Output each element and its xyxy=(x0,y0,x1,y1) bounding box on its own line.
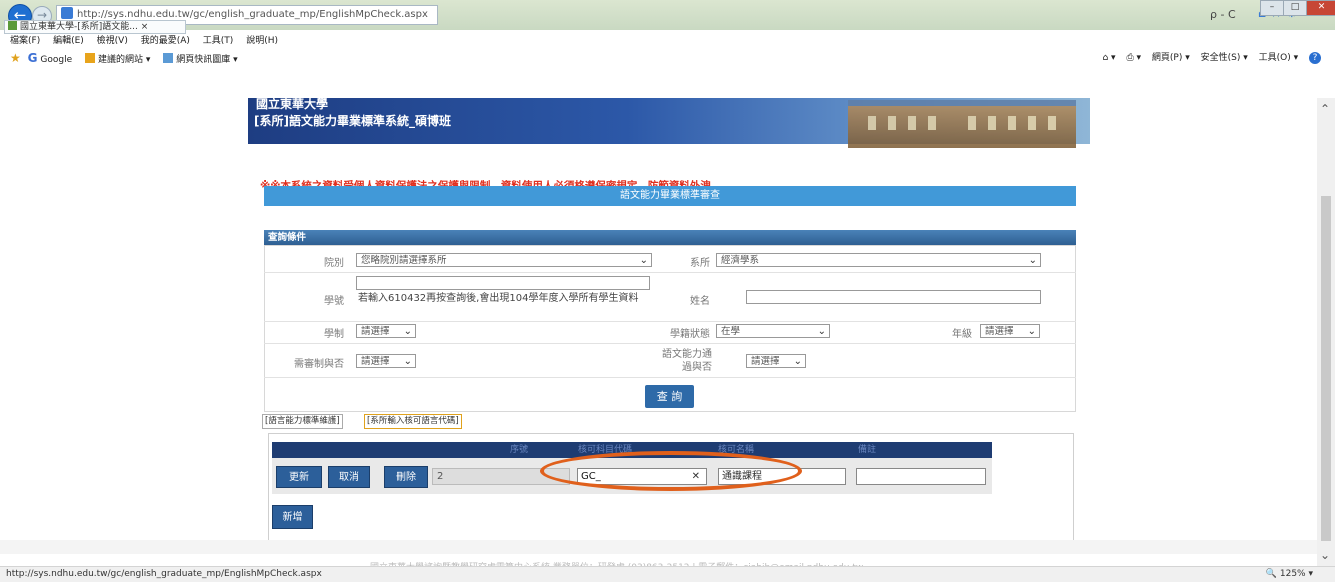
menu-view[interactable]: 檢視(V) xyxy=(97,36,128,46)
delete-button[interactable]: 刪除 xyxy=(384,466,428,488)
add-button[interactable]: 新增 xyxy=(272,505,313,529)
passed-select[interactable]: 請選擇 ⌄ xyxy=(746,354,806,368)
tab-dept-approved-codes[interactable]: [系所輸入核可語言代碼] xyxy=(364,414,462,429)
note-input[interactable] xyxy=(856,468,986,485)
student-id-label: 學號 xyxy=(324,296,344,307)
scroll-up-icon[interactable]: ⌃ xyxy=(1320,102,1330,116)
grade-select-value: 請選擇 xyxy=(985,326,1014,337)
command-safety[interactable]: 安全性(S) ▾ xyxy=(1201,53,1248,63)
name-label: 姓名 xyxy=(690,296,710,307)
chevron-down-icon: ⌄ xyxy=(1028,255,1037,266)
tab-title: 國立東華大學-[系所]語文能... × xyxy=(20,22,149,32)
favorites-bar: ★ G Google 建議的網站 ▾ 網頁快訊圖庫 ▾ ⌂ ▾ ⎙ ▾ 網頁(P… xyxy=(0,49,1335,67)
college-select[interactable]: 您略院別請選擇系所 ⌄ xyxy=(356,253,652,267)
menu-file[interactable]: 檔案(F) xyxy=(10,36,40,46)
menu-favorites[interactable]: 我的最愛(A) xyxy=(141,36,190,46)
row-divider xyxy=(264,272,1076,273)
row-divider xyxy=(264,321,1076,322)
status-select[interactable]: 在學 ⌄ xyxy=(716,324,830,338)
command-tools[interactable]: 工具(O) ▾ xyxy=(1259,53,1299,63)
favorite-suggested[interactable]: 建議的網站 ▾ xyxy=(98,55,150,65)
grade-label: 年級 xyxy=(952,329,972,340)
minimize-icon[interactable]: – xyxy=(1260,0,1284,16)
needs-label: 需審制與否 xyxy=(294,359,344,370)
chevron-down-icon: ⌄ xyxy=(1027,326,1036,337)
favorite-google[interactable]: Google xyxy=(40,55,72,65)
highlight-annotation xyxy=(540,451,802,491)
chevron-down-icon: ⌄ xyxy=(639,255,648,266)
tab-bar: 國立東華大學-[系所]語文能... × xyxy=(0,18,1335,34)
system-select[interactable]: 請選擇 ⌄ xyxy=(356,324,416,338)
query-header: 查詢條件 xyxy=(264,230,1076,245)
section-title: 語文能力畢業標準審查 xyxy=(264,186,1076,206)
dept-select-value: 經濟學系 xyxy=(721,255,760,266)
passed-label: 語文能力通過與否 xyxy=(662,349,712,373)
college-label: 院別 xyxy=(324,258,344,269)
needs-select[interactable]: 請選擇 ⌄ xyxy=(356,354,416,368)
student-id-hint: 若輸入610432再按查詢後,會出現104學年度入學所有學生資料 xyxy=(358,293,639,304)
name-input[interactable] xyxy=(746,290,1041,304)
row-divider xyxy=(264,377,1076,378)
status-select-value: 在學 xyxy=(721,326,741,337)
scrollbar-thumb[interactable] xyxy=(1321,196,1331,541)
row-divider xyxy=(264,343,1076,344)
home-page-icon[interactable]: ⌂ ▾ xyxy=(1102,53,1115,63)
needs-select-value: 請選擇 xyxy=(361,356,390,367)
grid-header-seq: 序號 xyxy=(510,445,529,455)
horizontal-scrollbar[interactable] xyxy=(0,540,1317,554)
chevron-down-icon: ⌄ xyxy=(817,326,826,337)
menu-tools[interactable]: 工具(T) xyxy=(203,36,234,46)
help-icon[interactable]: ? xyxy=(1309,52,1321,64)
tab-language-standard[interactable]: [語言能力標準維護] xyxy=(262,414,343,429)
chevron-down-icon: ⌄ xyxy=(403,356,412,367)
menu-bar: 檔案(F) 編輯(E) 檢視(V) 我的最愛(A) 工具(T) 說明(H) xyxy=(0,34,1335,48)
close-icon[interactable]: ✕ xyxy=(1306,0,1335,16)
webslice-icon xyxy=(163,53,174,63)
command-page[interactable]: 網頁(P) ▾ xyxy=(1152,53,1190,63)
cancel-button[interactable]: 取消 xyxy=(328,466,370,488)
site-banner: 國立東華大學 [系所]語文能力畢業標準系統_碩博班 xyxy=(248,97,1090,148)
dept-label: 系所 xyxy=(690,258,710,269)
scroll-down-icon[interactable]: ⌄ xyxy=(1320,548,1330,562)
favorite-webslice[interactable]: 網頁快訊圖庫 ▾ xyxy=(176,55,237,65)
menu-help[interactable]: 說明(H) xyxy=(246,36,278,46)
dept-select[interactable]: 經濟學系 ⌄ xyxy=(716,253,1041,267)
google-icon: G xyxy=(27,51,38,65)
status-bar: http://sys.ndhu.edu.tw/gc/english_gradua… xyxy=(0,566,1335,582)
maximize-icon[interactable]: □ xyxy=(1283,0,1307,16)
zoom-level[interactable]: 🔍 125% ▾ xyxy=(1266,567,1313,582)
grid-header-note: 備註 xyxy=(858,445,877,455)
print-icon[interactable]: ⎙ ▾ xyxy=(1126,53,1141,63)
system-select-value: 請選擇 xyxy=(361,326,390,337)
browser-tab[interactable]: 國立東華大學-[系所]語文能... × xyxy=(4,20,186,34)
favorites-star-icon[interactable]: ★ xyxy=(10,51,21,65)
status-url: http://sys.ndhu.edu.tw/gc/english_gradua… xyxy=(6,569,322,579)
query-button[interactable]: 查 詢 xyxy=(645,385,694,408)
grade-select[interactable]: 請選擇 ⌄ xyxy=(980,324,1040,338)
menu-edit[interactable]: 編輯(E) xyxy=(53,36,84,46)
chevron-down-icon: ⌄ xyxy=(793,356,802,367)
chevron-down-icon: ⌄ xyxy=(403,326,412,337)
suggested-sites-icon xyxy=(85,53,95,63)
college-select-value: 您略院別請選擇系所 xyxy=(361,255,447,266)
university-name: 國立東華大學 xyxy=(256,97,329,111)
update-button[interactable]: 更新 xyxy=(276,466,322,488)
student-id-input[interactable] xyxy=(356,276,650,290)
tab-favicon-icon xyxy=(8,21,17,30)
status-label: 學籍狀態 xyxy=(670,329,710,340)
system-title: [系所]語文能力畢業標準系統_碩博班 xyxy=(254,114,451,128)
system-label: 學制 xyxy=(324,329,344,340)
command-bar: ⌂ ▾ ⎙ ▾ 網頁(P) ▾ 安全性(S) ▾ 工具(O) ▾ ? xyxy=(1094,49,1321,67)
query-header-label: 查詢條件 xyxy=(268,232,307,243)
zoom-value: 125% xyxy=(1279,569,1306,579)
zoom-icon: 🔍 xyxy=(1265,569,1277,579)
passed-select-value: 請選擇 xyxy=(751,356,780,367)
building-photo xyxy=(848,100,1076,148)
